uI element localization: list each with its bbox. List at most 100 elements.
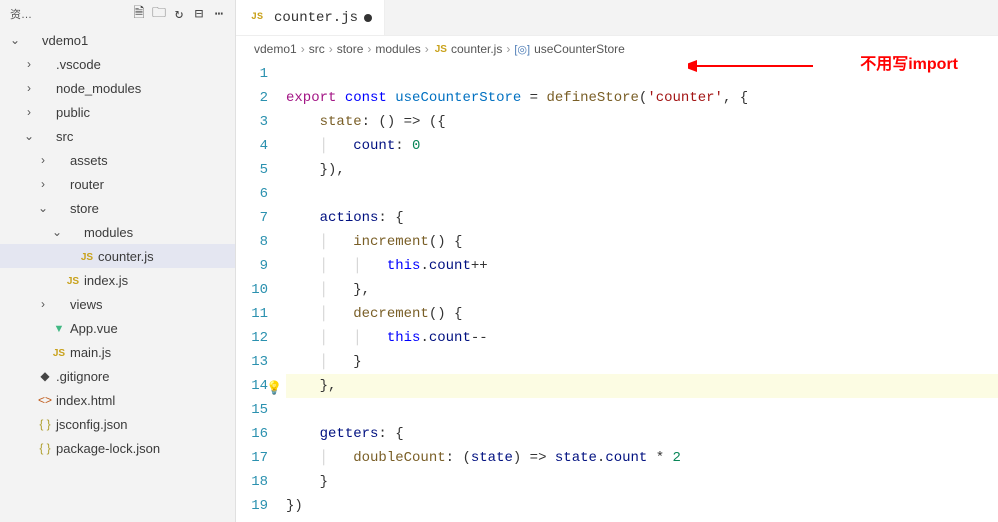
dirty-indicator-icon	[364, 14, 372, 22]
line-number: 10	[236, 278, 268, 302]
twisty-icon: ›	[22, 105, 36, 119]
line-number: 5	[236, 158, 268, 182]
vue-icon: ▼	[50, 321, 68, 335]
tab-bar: JS counter.js	[236, 0, 998, 36]
tree-folder[interactable]: ›node_modules	[0, 76, 235, 100]
line-number: 3	[236, 110, 268, 134]
explorer-header: 资… 🗎 🗀 ↻ ⊟ ⋯	[0, 0, 235, 28]
git-icon: ◆	[36, 369, 54, 383]
line-number: 19	[236, 494, 268, 518]
new-file-icon[interactable]: 🗎	[129, 2, 149, 26]
code-content[interactable]: export const useCounterStore = defineSto…	[286, 62, 998, 522]
tree-folder[interactable]: › public	[0, 100, 235, 124]
twisty-icon: ⌄	[8, 33, 22, 47]
code-line[interactable]: │ },	[286, 278, 998, 302]
tree-file[interactable]: ▼App.vue	[0, 316, 235, 340]
tree-folder[interactable]: ⌄vdemo1	[0, 28, 235, 52]
code-line[interactable]: actions: {	[286, 206, 998, 230]
tree-file[interactable]: { }package-lock.json	[0, 436, 235, 460]
tab-counter-js[interactable]: JS counter.js	[236, 0, 385, 35]
crumb[interactable]: modules	[375, 42, 420, 56]
explorer-sidebar: 资… 🗎 🗀 ↻ ⊟ ⋯ ⌄vdemo1›.vscode›node_module…	[0, 0, 236, 522]
twisty-icon: ›	[22, 57, 36, 71]
line-number: 2	[236, 86, 268, 110]
tree-label: App.vue	[70, 321, 118, 336]
tree-label: public	[56, 105, 90, 120]
tree-file[interactable]: <>index.html	[0, 388, 235, 412]
tree-folder[interactable]: ›.vscode	[0, 52, 235, 76]
tree-label: counter.js	[98, 249, 154, 264]
tree-label: assets	[70, 153, 108, 168]
code-line[interactable]: │ count: 0	[286, 134, 998, 158]
editor-area: JS counter.js vdemo1 › src › store › mod…	[236, 0, 998, 522]
tree-folder[interactable]: › views	[0, 292, 235, 316]
code-line[interactable]: │ decrement() {	[286, 302, 998, 326]
tree-label: index.html	[56, 393, 115, 408]
code-line[interactable]: │ increment() {	[286, 230, 998, 254]
line-number: 18	[236, 470, 268, 494]
line-number: 16	[236, 422, 268, 446]
crumb[interactable]: vdemo1	[254, 42, 297, 56]
line-number: 8	[236, 230, 268, 254]
tree-file[interactable]: JScounter.js	[0, 244, 235, 268]
tree-folder[interactable]: ⌄store	[0, 196, 235, 220]
tree-label: main.js	[70, 345, 111, 360]
line-number: 17	[236, 446, 268, 470]
tree-label: package-lock.json	[56, 441, 160, 456]
tree-file[interactable]: JSmain.js	[0, 340, 235, 364]
vscode-window: 资… 🗎 🗀 ↻ ⊟ ⋯ ⌄vdemo1›.vscode›node_module…	[0, 0, 998, 522]
tree-file[interactable]: ◆.gitignore	[0, 364, 235, 388]
breadcrumb[interactable]: vdemo1 › src › store › modules › JS coun…	[236, 36, 998, 62]
symbol-icon: [◎]	[514, 43, 530, 56]
line-number: 15	[236, 398, 268, 422]
line-number: 12	[236, 326, 268, 350]
tree-file[interactable]: JSindex.js	[0, 268, 235, 292]
line-gutter: 12345678910111213141516171819	[236, 62, 286, 522]
code-line[interactable]: }),	[286, 158, 998, 182]
code-line[interactable]: │ │ this.count--	[286, 326, 998, 350]
code-line[interactable]: │ │ this.count++	[286, 254, 998, 278]
code-line[interactable]	[286, 62, 998, 86]
crumb[interactable]: counter.js	[451, 42, 502, 56]
tree-label: jsconfig.json	[56, 417, 128, 432]
tree-folder[interactable]: ⌄src	[0, 124, 235, 148]
code-line[interactable]: })	[286, 494, 998, 518]
tree-label: views	[70, 297, 103, 312]
lightbulb-icon[interactable]: 💡	[266, 377, 282, 401]
twisty-icon: ›	[36, 297, 50, 311]
more-icon[interactable]: ⋯	[209, 6, 229, 23]
tree-folder[interactable]: › assets	[0, 148, 235, 172]
tree-label: .gitignore	[56, 369, 109, 384]
code-line[interactable]: export const useCounterStore = defineSto…	[286, 86, 998, 110]
code-line[interactable]: }	[286, 470, 998, 494]
tree-label: index.js	[84, 273, 128, 288]
line-number: 9	[236, 254, 268, 278]
js-icon: JS	[64, 273, 82, 287]
collapse-icon[interactable]: ⊟	[189, 6, 209, 23]
twisty-icon: ⌄	[22, 129, 36, 143]
code-line[interactable]: },💡	[286, 374, 998, 398]
file-tree: ⌄vdemo1›.vscode›node_modules›public⌄src›…	[0, 28, 235, 522]
tree-folder[interactable]: ⌄ modules	[0, 220, 235, 244]
tree-folder[interactable]: ›router	[0, 172, 235, 196]
new-folder-icon[interactable]: 🗀	[149, 2, 169, 26]
js-icon: JS	[435, 44, 447, 55]
crumb[interactable]: store	[337, 42, 364, 56]
refresh-icon[interactable]: ↻	[169, 6, 189, 23]
line-number: 1	[236, 62, 268, 86]
code-line[interactable]: │ }	[286, 350, 998, 374]
tree-file[interactable]: { }jsconfig.json	[0, 412, 235, 436]
twisty-icon: ⌄	[50, 225, 64, 239]
code-editor[interactable]: 12345678910111213141516171819 export con…	[236, 62, 998, 522]
crumb[interactable]: useCounterStore	[534, 42, 625, 56]
twisty-icon: ›	[36, 153, 50, 167]
twisty-icon: ›	[36, 177, 50, 191]
code-line[interactable]	[286, 182, 998, 206]
tree-label: node_modules	[56, 81, 141, 96]
code-line[interactable]: │ doubleCount: (state) => state.count * …	[286, 446, 998, 470]
code-line[interactable]	[286, 398, 998, 422]
code-line[interactable]: state: () => ({	[286, 110, 998, 134]
code-line[interactable]: getters: {	[286, 422, 998, 446]
crumb[interactable]: src	[309, 42, 325, 56]
tree-label: modules	[84, 225, 133, 240]
